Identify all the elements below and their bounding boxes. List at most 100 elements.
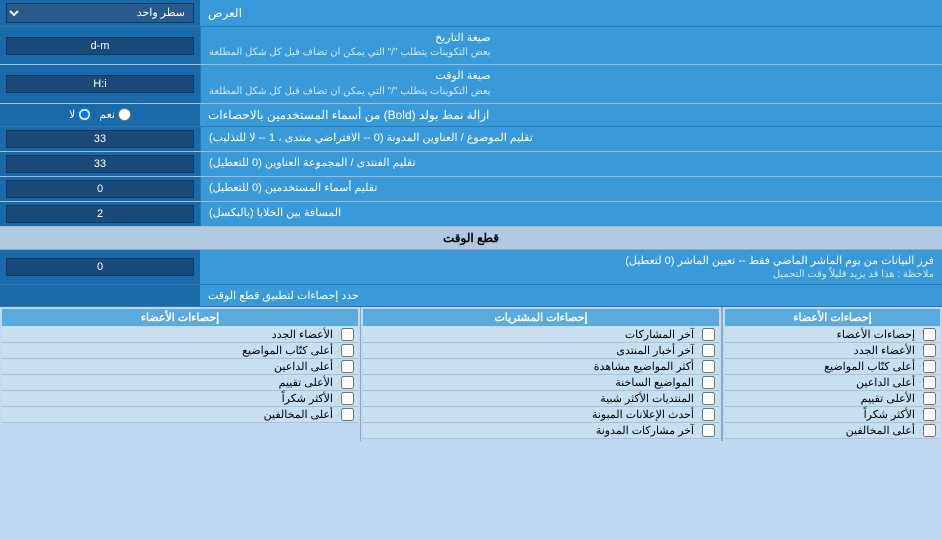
stat-posts-item-1: آخر أخبار المنتدى — [363, 343, 719, 359]
time-format-label-line1: صيغة الوقت — [209, 69, 491, 84]
stats-col-posts: إحصاءات المشتريات آخر المشاركات آخر أخبا… — [360, 307, 722, 441]
cut-time-detail-input-cell — [0, 250, 200, 284]
bold-remove-yes-label[interactable]: نعم — [99, 108, 131, 121]
stat-posts-label-3: المواضيع الساخنة — [367, 376, 694, 389]
stats-col-posts-header-text: إحصاءات المشتريات — [494, 312, 587, 324]
stat-members2-item-2: أعلى الداعين — [2, 359, 358, 375]
stat-members2-label-0: الأعضاء الجدد — [6, 328, 333, 341]
stat-posts-item-2: أكثر المواضيع مشاهدة — [363, 359, 719, 375]
stat-members-checkbox-5[interactable] — [923, 408, 936, 421]
stat-posts-item-0: آخر المشاركات — [363, 327, 719, 343]
stats-col-members2: إحصاءات الأعضاء الأعضاء الجدد أعلى كتّاب… — [0, 307, 360, 441]
cell-spacing-row: المسافة بين الخلايا (بالبكسل) — [0, 202, 942, 227]
stat-posts-checkbox-4[interactable] — [702, 392, 715, 405]
cut-time-detail-sub-label: ملاحظة : هذا قد يزيد قليلاً وقت التحميل — [773, 269, 934, 280]
stats-define-label-text: حدد إحصاءات لتطبيق قطع الوقت — [200, 285, 942, 306]
stat-members2-item-4: الأكثر شكراً — [2, 391, 358, 407]
stat-members2-item-1: أعلى كتّاب المواضيع — [2, 343, 358, 359]
stat-members-label-0: إحصاءات الأعضاء — [729, 328, 915, 341]
stat-posts-checkbox-3[interactable] — [702, 376, 715, 389]
stat-members-checkbox-6[interactable] — [923, 424, 936, 437]
time-format-row: صيغة الوقت بعض التكوينات يتطلب "/" التي … — [0, 65, 942, 103]
cell-spacing-label-text: المسافة بين الخلايا (بالبكسل) — [209, 206, 341, 221]
stat-members-item-3: أعلى الداعين — [725, 375, 940, 391]
stat-members-item-0: إحصاءات الأعضاء — [725, 327, 940, 343]
stat-members2-checkbox-1[interactable] — [341, 344, 354, 357]
topic-order-label: تقليم الموضوع / العناوين المدونة (0 -- ا… — [200, 127, 942, 151]
topic-order-input-cell — [0, 127, 200, 151]
stat-members-checkbox-4[interactable] — [923, 392, 936, 405]
stat-posts-checkbox-5[interactable] — [702, 408, 715, 421]
forum-order-label-text: تقليم الفنتدى / المجموعة العناوين (0 للت… — [209, 156, 416, 171]
stat-members-label-3: أعلى الداعين — [729, 376, 915, 389]
user-order-input[interactable] — [6, 180, 194, 198]
cut-time-header-text: قطع الوقت — [443, 231, 499, 245]
bold-remove-no-radio[interactable] — [78, 108, 91, 121]
date-format-input[interactable] — [6, 37, 194, 55]
cell-spacing-input[interactable] — [6, 205, 194, 223]
stat-posts-checkbox-6[interactable] — [702, 424, 715, 437]
stat-members-checkbox-3[interactable] — [923, 376, 936, 389]
display-mode-select[interactable]: سطر واحد سطران ثلاثة أسطر — [6, 3, 194, 23]
stat-members-item-2: أعلى كتّاب المواضيع — [725, 359, 940, 375]
time-format-label-line2: بعض التكوينات يتطلب "/" التي يمكن ان تضا… — [209, 85, 491, 99]
stat-members-item-1: الأعضاء الجدد — [725, 343, 940, 359]
stat-posts-label-4: المنتديات الأكثر شبية — [367, 392, 694, 405]
stat-members2-checkbox-0[interactable] — [341, 328, 354, 341]
cut-time-detail-label: فرز البيانات من يوم الماشر الماضي فقط --… — [200, 250, 942, 284]
forum-order-input[interactable] — [6, 155, 194, 173]
date-format-label: صيغة التاريخ بعض التكوينات يتطلب "/" الت… — [200, 27, 942, 64]
user-order-input-cell — [0, 177, 200, 201]
main-container: العرض سطر واحد سطران ثلاثة أسطر صيغة الت… — [0, 0, 942, 441]
stat-posts-item-4: المنتديات الأكثر شبية — [363, 391, 719, 407]
stat-members-checkbox-1[interactable] — [923, 344, 936, 357]
bold-remove-yes-text: نعم — [99, 108, 115, 121]
stat-posts-item-6: آخر مشاركات المدونة — [363, 423, 719, 439]
bold-remove-no-text: لا — [69, 108, 75, 121]
date-format-label-line2: بعض التكوينات يتطلب "/" التي يمكن ان تضا… — [209, 46, 491, 60]
date-format-row: صيغة التاريخ بعض التكوينات يتطلب "/" الت… — [0, 27, 942, 65]
stat-posts-checkbox-2[interactable] — [702, 360, 715, 373]
user-order-label: تقليم أسماء المستخدمين (0 للتعطيل) — [200, 177, 942, 201]
bold-remove-no-label[interactable]: لا — [69, 108, 91, 121]
time-format-input[interactable] — [6, 75, 194, 93]
stat-members2-item-3: الأعلى تقييم — [2, 375, 358, 391]
stat-members-label-6: أعلى المخالفين — [729, 424, 915, 437]
stat-members-checkbox-0[interactable] — [923, 328, 936, 341]
time-format-label: صيغة الوقت بعض التكوينات يتطلب "/" التي … — [200, 65, 942, 102]
stat-members-item-4: الأعلى تقييم — [725, 391, 940, 407]
date-format-label-line1: صيغة التاريخ — [209, 31, 491, 46]
stats-col-members2-header: إحصاءات الأعضاء — [2, 309, 358, 326]
stat-members-label-2: أعلى كتّاب المواضيع — [729, 360, 915, 373]
stat-members2-checkbox-3[interactable] — [341, 376, 354, 389]
page-title-text: العرض — [208, 6, 242, 20]
bold-remove-label: ازالة نمط بولد (Bold) من أسماء المستخدمي… — [200, 104, 942, 126]
bold-remove-row: ازالة نمط بولد (Bold) من أسماء المستخدمي… — [0, 104, 942, 127]
top-dropdown-cell: سطر واحد سطران ثلاثة أسطر — [0, 0, 200, 26]
date-format-input-cell — [0, 27, 200, 64]
bold-remove-radio-cell: نعم لا — [0, 104, 200, 126]
cut-time-detail-row: فرز البيانات من يوم الماشر الماضي فقط --… — [0, 250, 942, 285]
stats-col-members2-header-text: إحصاءات الأعضاء — [141, 312, 219, 324]
stat-members-item-5: الأكثر شكراً — [725, 407, 940, 423]
stat-posts-checkbox-0[interactable] — [702, 328, 715, 341]
cut-time-detail-main-label: فرز البيانات من يوم الماشر الماضي فقط --… — [625, 254, 934, 267]
stat-members2-label-3: الأعلى تقييم — [6, 376, 333, 389]
topic-order-input[interactable] — [6, 130, 194, 148]
page-title-label: العرض — [200, 0, 942, 26]
stat-members2-checkbox-4[interactable] — [341, 392, 354, 405]
bold-remove-yes-radio[interactable] — [118, 108, 131, 121]
cut-time-detail-input[interactable] — [6, 258, 194, 276]
stat-members2-checkbox-5[interactable] — [341, 408, 354, 421]
cell-spacing-label: المسافة بين الخلايا (بالبكسل) — [200, 202, 942, 226]
stat-members2-label-2: أعلى الداعين — [6, 360, 333, 373]
bold-remove-label-text: ازالة نمط بولد (Bold) من أسماء المستخدمي… — [208, 108, 489, 122]
stat-members2-checkbox-2[interactable] — [341, 360, 354, 373]
stat-posts-checkbox-1[interactable] — [702, 344, 715, 357]
stat-members-checkbox-2[interactable] — [923, 360, 936, 373]
user-order-row: تقليم أسماء المستخدمين (0 للتعطيل) — [0, 177, 942, 202]
stat-members2-label-1: أعلى كتّاب المواضيع — [6, 344, 333, 357]
stats-col-members-header-text: إحصاءات الأعضاء — [793, 312, 871, 324]
time-format-input-cell — [0, 65, 200, 102]
topic-order-row: تقليم الموضوع / العناوين المدونة (0 -- ا… — [0, 127, 942, 152]
